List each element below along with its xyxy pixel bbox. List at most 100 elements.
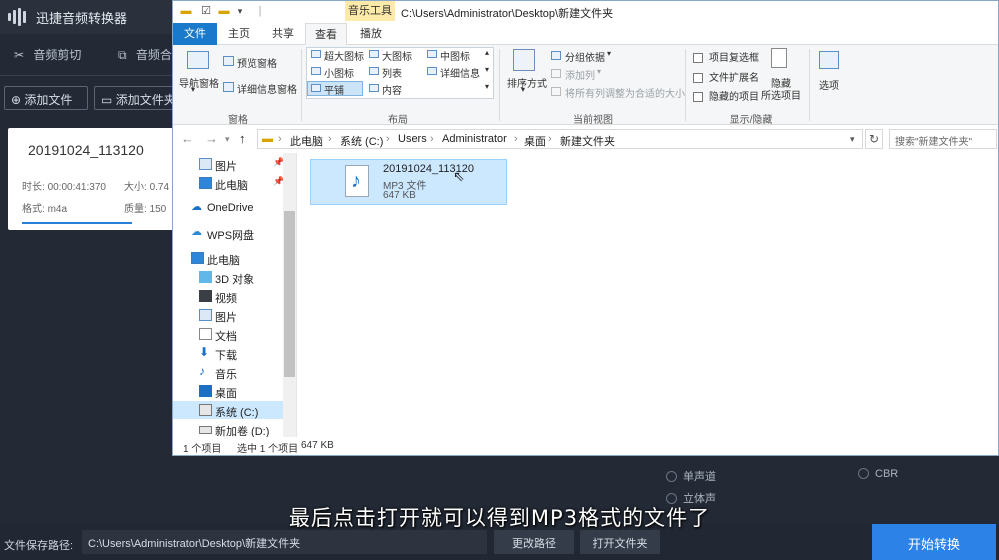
chevron-right-icon: › [328,133,332,145]
crumb-administrator[interactable]: Administrator [442,133,507,145]
chevron-right-icon: › [386,133,390,145]
search-input[interactable]: 搜索"新建文件夹" [889,129,997,149]
tab-file[interactable]: 文件 [173,23,217,45]
nav-item-3d-objects[interactable]: 3D 对象 [173,268,283,286]
folder-icon: ▭ [101,93,113,107]
status-selected: 选中 1 个项目 [237,444,299,455]
open-folder-button[interactable]: 打开文件夹 [580,530,660,554]
document-icon [199,328,212,340]
address-dropdown-icon[interactable]: ▾ [850,134,855,145]
crumb-users[interactable]: Users [398,133,427,145]
nav-item-desktop[interactable]: 桌面 [173,382,283,400]
ribbon-view: 导航窗格 ▾ 预览窗格 详细信息窗格 窗格 超大图标 大图标 中图标 小图标 列… [173,45,998,126]
checkbox-icon [693,92,703,102]
mouse-cursor-icon: ⇖ [453,168,465,184]
merge-icon: ⧉ [118,48,127,62]
nav-item-pictures[interactable]: 图片 [173,306,283,324]
details-icon [427,67,437,75]
add-folder-button[interactable]: ▭ 添加文件夹 [94,86,174,110]
layout-expand-icon[interactable]: ▾ [485,82,489,91]
status-size: 647 KB [301,440,334,451]
nav-item-documents[interactable]: 文档 [173,325,283,343]
chevron-right-icon: › [514,133,518,145]
navigation-pane: 图片 📌 此电脑 📌 ☁ OneDrive ☁ WPS网盘 此电脑 3D 对象 … [173,153,297,438]
dropdown-icon: ▾ [521,85,526,94]
properties-icon[interactable]: ☑ [199,4,213,18]
card-duration: 时长: 00:00:41:370 [22,182,106,193]
list-icon [369,67,379,75]
qa-dropdown-icon[interactable]: ▾ [233,4,247,18]
layout-scroll-up-icon[interactable]: ▴ [485,48,489,57]
nav-item-downloads[interactable]: ⬇ 下载 [173,344,283,362]
checkbox-icon [693,73,703,83]
tab-home[interactable]: 主页 [217,23,261,45]
nav-item-pictures-pinned[interactable]: 图片 📌 [173,155,284,173]
radio-icon [858,468,869,479]
crumb-desktop[interactable]: 桌面 [524,133,546,149]
download-arrow-icon: ⬇ [199,345,210,359]
desktop-icon [199,385,212,397]
forward-arrow-icon[interactable]: → [205,131,218,146]
back-arrow-icon[interactable]: ← [181,131,194,146]
explorer-titlebar: ▬ ☑ ▬ ▾ | 音乐工具 C:\Users\Administrator\De… [173,1,998,23]
tab-view[interactable]: 查看 [305,23,347,46]
cloud-icon: ☁ [191,226,202,238]
pictures-icon [199,158,212,170]
save-path-field[interactable]: C:\Users\Administrator\Desktop\新建文件夹 [82,530,487,554]
layout-group-label: 布局 [388,115,408,126]
tab-share[interactable]: 共享 [261,23,305,45]
pictures-icon [199,309,212,321]
current-view-group-label: 当前视图 [573,115,613,126]
nav-item-this-pc-pinned[interactable]: 此电脑 📌 [173,174,284,192]
cbr-option[interactable]: CBR [858,468,898,480]
dropdown-icon: ▾ [597,67,602,76]
change-path-button[interactable]: 更改路径 [494,530,574,554]
radio-icon [666,471,677,482]
tab-play[interactable]: 播放 [347,23,395,45]
file-tile-mp3[interactable]: ♪ 20191024_113120 MP3 文件 647 KB ⇖ [310,159,507,205]
group-by-icon [551,51,561,60]
crumb-new-folder[interactable]: 新建文件夹 [560,133,615,149]
crumb-system-c[interactable]: 系统 (C:) [340,133,383,149]
size-columns-icon [551,87,561,96]
crumb-this-pc[interactable]: 此电脑 [290,133,323,149]
nav-item-system-c[interactable]: 系统 (C:) [173,401,283,419]
file-explorer-window: ▬ ☑ ▬ ▾ | 音乐工具 C:\Users\Administrator\De… [172,0,999,456]
layout-scroll-down-icon[interactable]: ▾ [485,65,489,74]
large-icons-icon [369,50,379,58]
address-bar[interactable]: ▬ › 此电脑 › 系统 (C:) › Users › Administrato… [257,129,863,149]
card-format: 格式: m4a [22,204,68,215]
nav-audio-merge[interactable]: ⧉ 音频合 [118,46,172,63]
app-title: 迅捷音频转换器 [36,11,128,26]
mono-option[interactable]: 单声道 [666,468,716,484]
scroll-thumb[interactable] [284,211,295,377]
refresh-button[interactable]: ↻ [865,129,883,149]
nav-item-onedrive[interactable]: ☁ OneDrive [173,199,283,217]
nav-item-music[interactable]: ♪ 音乐 [173,363,283,381]
dropdown-icon: ▾ [607,49,612,58]
up-arrow-icon[interactable]: ↑ [239,131,246,146]
music-tools-contextual-tab[interactable]: 音乐工具 [345,1,395,21]
nav-item-this-pc[interactable]: 此电脑 [173,249,283,267]
address-row: ← → ▾ ↑ ▬ › 此电脑 › 系统 (C:) › Users › Admi… [173,127,998,151]
nav-pane-scrollbar[interactable] [283,153,296,437]
new-folder-icon[interactable]: ▬ [217,4,231,18]
nav-item-new-volume-d[interactable]: 新加卷 (D:) [173,420,283,438]
nav-audio-cut[interactable]: ✂ 音频剪切 [14,46,81,63]
divider-icon: | [258,5,262,17]
recent-dropdown-icon[interactable]: ▾ [225,134,230,145]
card-file-name: 20191024_113120 [28,142,144,158]
ribbon-tabs: 文件 主页 共享 查看 播放 [173,23,998,46]
add-columns-icon [551,69,561,78]
nav-item-videos[interactable]: 视频 [173,287,283,305]
folder-icon: ▬ [262,133,273,145]
show-hide-group-label: 显示/隐藏 [729,115,773,126]
nav-item-wps-drive[interactable]: ☁ WPS网盘 [173,224,283,242]
add-file-button[interactable]: ⊕ 添加文件 [4,86,88,110]
file-list: ♪ 20191024_113120 MP3 文件 647 KB ⇖ [298,153,998,437]
sort-icon [513,49,535,71]
file-card[interactable]: 20191024_113120 时长: 00:00:41:370 大小: 0.7… [8,128,178,230]
refresh-icon: ↻ [868,132,880,146]
scissors-icon: ✂ [14,48,25,62]
preview-pane-icon [223,56,234,66]
